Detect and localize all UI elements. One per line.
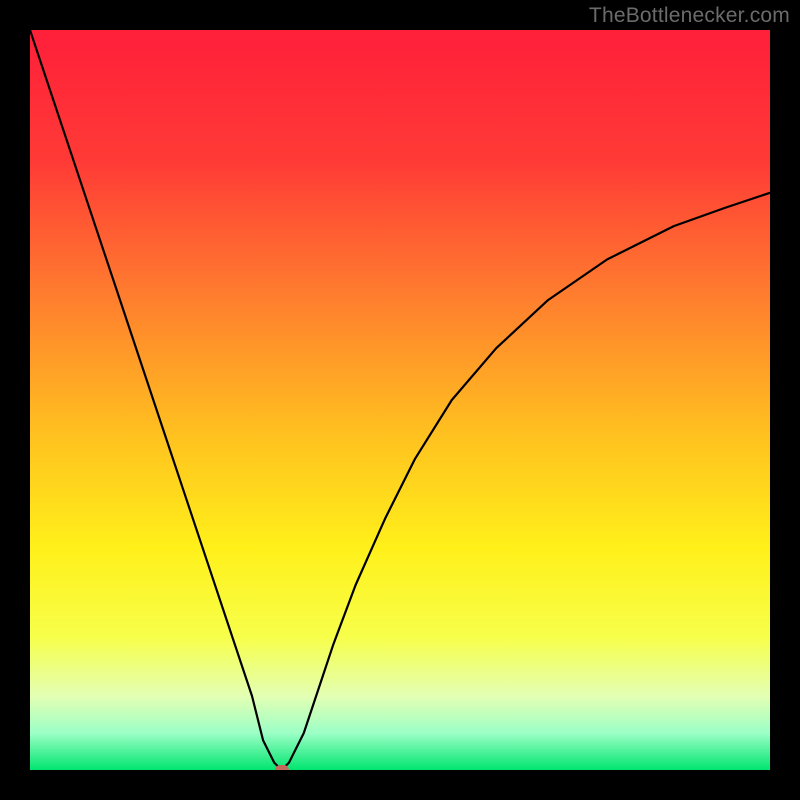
bottleneck-curve [30, 30, 770, 770]
chart-frame: TheBottlenecker.com [0, 0, 800, 800]
optimal-marker [275, 765, 289, 770]
plot-area [30, 30, 770, 770]
watermark-text: TheBottlenecker.com [589, 4, 790, 28]
